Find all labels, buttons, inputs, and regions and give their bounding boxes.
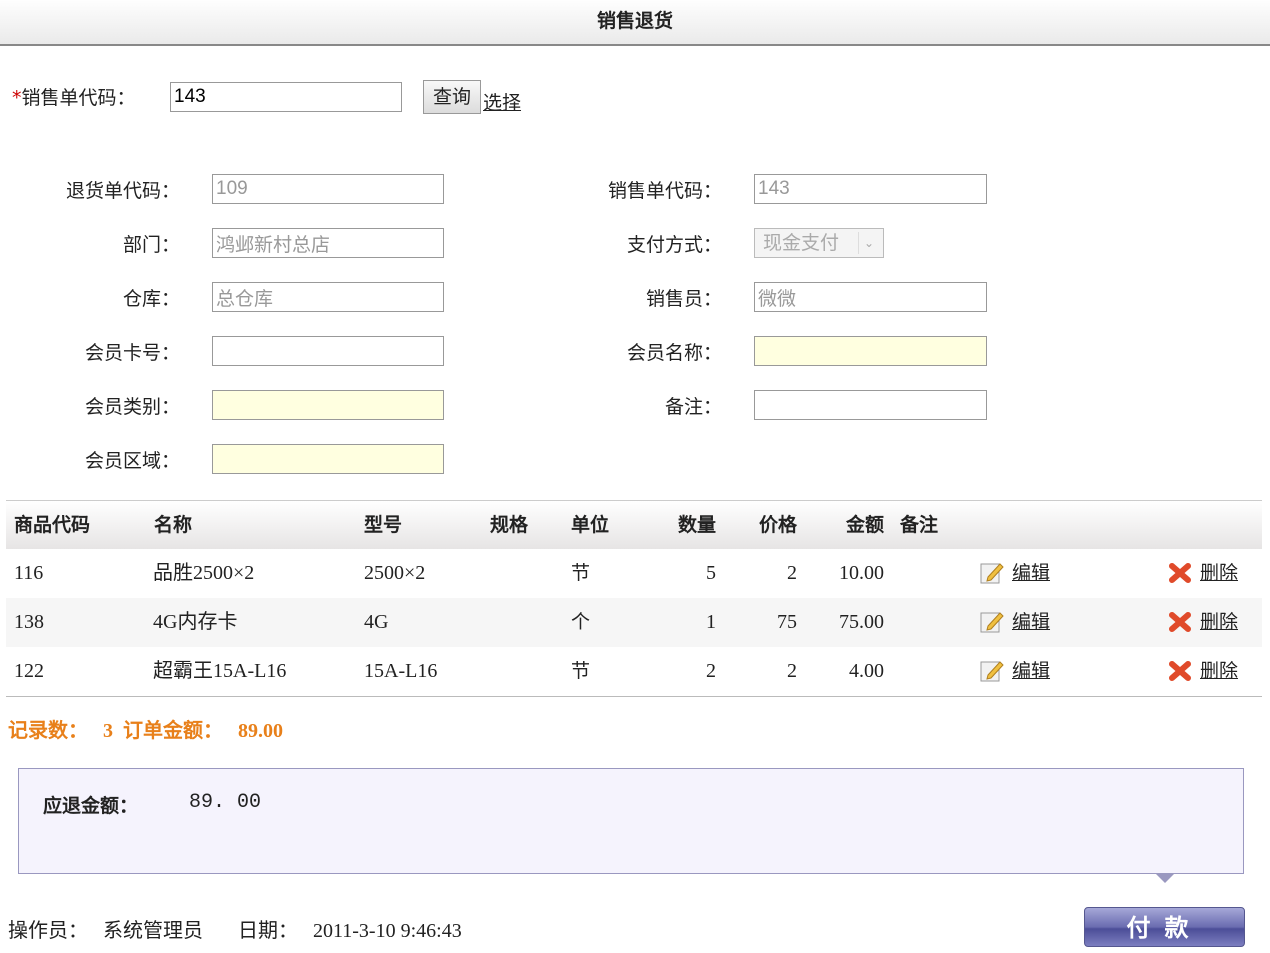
page-title: 销售退货 <box>0 0 1270 46</box>
select-link[interactable]: 选择 <box>483 88 521 115</box>
table-row: 122 超霸王15A-L16 15A-L16 节 2 2 4.00 编辑 删除 <box>6 647 1262 696</box>
cell-name: 品胜2500×2 <box>153 562 255 584</box>
edit-link[interactable]: 编辑 <box>1012 598 1050 647</box>
order-total: 89.00 <box>238 720 283 742</box>
date: 2011-3-10 9:46:43 <box>313 920 462 942</box>
col-code: 商品代码 <box>14 514 91 536</box>
edit-icon[interactable] <box>980 659 1004 683</box>
cell-unit: 个 <box>571 611 591 633</box>
table-bottom-divider <box>6 696 1262 697</box>
edit-link[interactable]: 编辑 <box>1012 647 1050 696</box>
warehouse-label: 仓库： <box>122 288 180 310</box>
cell-model: 4G <box>364 611 389 633</box>
remark-label: 备注： <box>664 396 722 418</box>
cell-code: 138 <box>14 611 44 633</box>
table-row: 138 4G内存卡 4G 个 1 75 75.00 编辑 删除 <box>6 598 1262 647</box>
col-price: 价格 <box>758 514 797 536</box>
pay-button[interactable]: 付款 <box>1084 907 1245 947</box>
cell-name: 4G内存卡 <box>153 611 238 633</box>
cell-qty: 5 <box>706 562 716 584</box>
member-name-label: 会员名称： <box>626 342 722 364</box>
cell-model: 15A-L16 <box>364 660 438 682</box>
delete-link[interactable]: 删除 <box>1200 549 1238 598</box>
refund-box: 应退金额： 89. 00 <box>18 768 1244 874</box>
table-row: 116 品胜2500×2 2500×2 节 5 2 10.00 编辑 删除 <box>6 549 1262 598</box>
delete-link[interactable]: 删除 <box>1200 647 1238 696</box>
cell-amount: 75.00 <box>839 611 884 633</box>
card-input[interactable] <box>212 336 444 366</box>
return-code-input[interactable] <box>212 174 444 204</box>
col-remark: 备注 <box>900 514 939 536</box>
salesman-input[interactable] <box>754 282 987 312</box>
cell-code: 122 <box>14 660 44 682</box>
cell-qty: 1 <box>706 611 716 633</box>
warehouse-input[interactable] <box>212 282 444 312</box>
sales-code-query-input[interactable] <box>170 82 402 112</box>
footer-info: 操作员： 系统管理员 日期： 2011-3-10 9:46:43 <box>8 920 462 942</box>
col-unit: 单位 <box>571 514 610 536</box>
cell-amount: 10.00 <box>839 562 884 584</box>
return-code-label: 退货单代码： <box>65 180 180 202</box>
sales-code-label: 销售单代码： <box>607 180 722 202</box>
payment-label: 支付方式： <box>626 234 722 256</box>
col-name: 名称 <box>154 514 193 536</box>
delete-icon[interactable] <box>1168 562 1192 584</box>
delete-link[interactable]: 删除 <box>1200 598 1238 647</box>
table-header: 商品代码 名称 型号 规格 单位 数量 价格 金额 备注 <box>6 500 1262 550</box>
card-label: 会员卡号： <box>84 342 180 364</box>
query-button[interactable]: 查询 <box>423 80 481 114</box>
cell-amount: 4.00 <box>849 660 884 682</box>
refund-label: 应退金额： <box>43 795 139 817</box>
edit-icon[interactable] <box>980 561 1004 585</box>
cell-price: 2 <box>787 660 797 682</box>
member-type-label: 会员类别： <box>84 396 180 418</box>
delete-icon[interactable] <box>1168 660 1192 682</box>
col-model: 型号 <box>364 514 403 536</box>
cell-code: 116 <box>14 562 44 584</box>
cell-price: 2 <box>787 562 797 584</box>
col-amount: 金额 <box>845 514 884 536</box>
refund-value: 89. 00 <box>189 791 262 814</box>
chevron-down-icon: ⌄ <box>858 232 879 254</box>
summary: 记录数： 3 订单金额： 89.00 <box>8 720 283 742</box>
cell-unit: 节 <box>571 562 591 584</box>
dept-label: 部门： <box>122 234 180 256</box>
col-spec: 规格 <box>490 514 529 536</box>
remark-input[interactable] <box>754 390 987 420</box>
payment-select[interactable]: 现金支付 ⌄ <box>754 228 884 258</box>
sales-code-input[interactable] <box>754 174 987 204</box>
cell-model: 2500×2 <box>364 562 426 584</box>
salesman-label: 销售员： <box>645 288 722 310</box>
member-area-input[interactable] <box>212 444 444 474</box>
member-area-label: 会员区域： <box>84 450 180 472</box>
payment-value: 现金支付 <box>763 232 840 254</box>
edit-link[interactable]: 编辑 <box>1012 549 1050 598</box>
cell-name: 超霸王15A-L16 <box>153 660 287 682</box>
query-label: *销售单代码： <box>12 87 136 109</box>
delete-icon[interactable] <box>1168 611 1192 633</box>
operator: 系统管理员 <box>103 920 203 942</box>
record-count: 3 <box>103 720 113 742</box>
member-name-input[interactable] <box>754 336 987 366</box>
cell-unit: 节 <box>571 660 591 682</box>
box-pointer <box>1156 874 1174 883</box>
col-qty: 数量 <box>677 514 716 536</box>
cell-qty: 2 <box>706 660 716 682</box>
dept-input[interactable] <box>212 228 444 258</box>
cell-price: 75 <box>777 611 797 633</box>
edit-icon[interactable] <box>980 610 1004 634</box>
member-type-input[interactable] <box>212 390 444 420</box>
